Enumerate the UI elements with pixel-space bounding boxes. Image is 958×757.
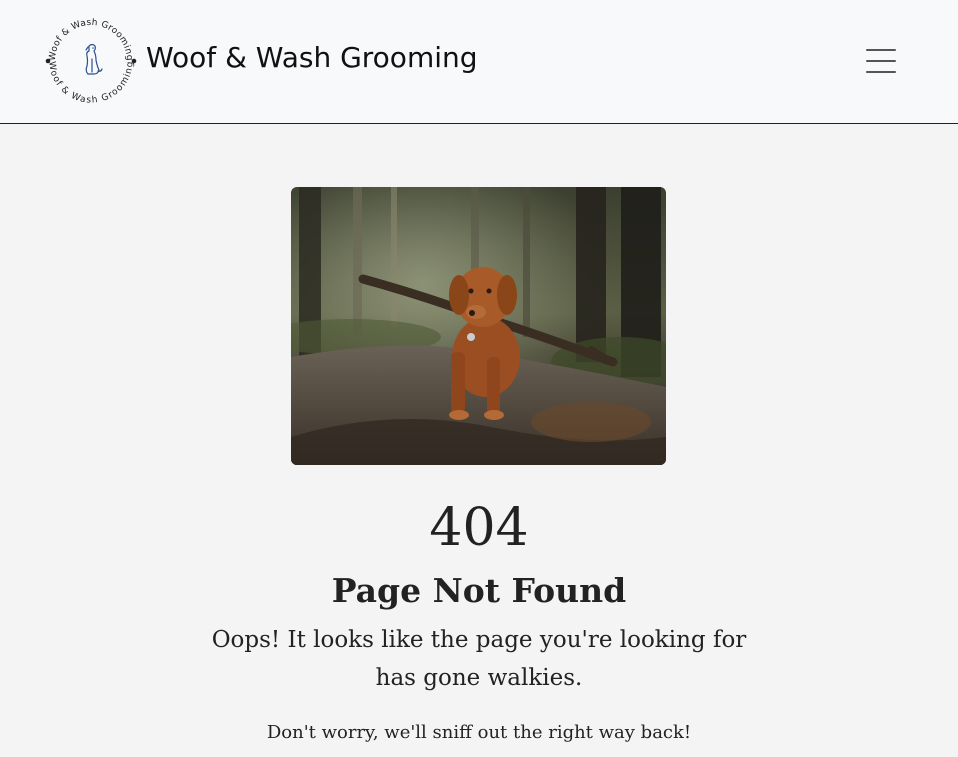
logo-ring-text-top: Woof & Wash Grooming (48, 18, 134, 61)
hamburger-menu-icon (866, 49, 896, 51)
error-message: Oops! It looks like the page you're look… (211, 627, 747, 691)
hamburger-bar (866, 60, 896, 62)
error-code: 404 (429, 498, 529, 558)
error-submessage: Don't worry, we'll sniff out the right w… (266, 722, 692, 743)
dog-logo-icon: Woof & Wash Grooming Woof & Wash Groomin… (45, 18, 137, 106)
logo-ring-text-bottom: Woof & Wash Grooming (46, 61, 135, 106)
brand-name-link[interactable]: Woof & Wash Grooming (146, 38, 478, 78)
svg-text:Woof & Wash Grooming: Woof & Wash Grooming (48, 18, 134, 61)
page-title: Page Not Found (331, 571, 627, 610)
dog-photo-illustration (291, 187, 666, 465)
brand-logo[interactable]: Woof & Wash Grooming Woof & Wash Groomin… (42, 13, 140, 109)
svg-text:Woof & Wash Grooming: Woof & Wash Grooming (46, 61, 135, 106)
navbar: Woof & Wash Grooming Woof & Wash Groomin… (0, 0, 958, 124)
hamburger-bar (866, 71, 896, 73)
menu-toggle-button[interactable] (860, 44, 902, 78)
dog-with-stick-photo (291, 187, 666, 465)
